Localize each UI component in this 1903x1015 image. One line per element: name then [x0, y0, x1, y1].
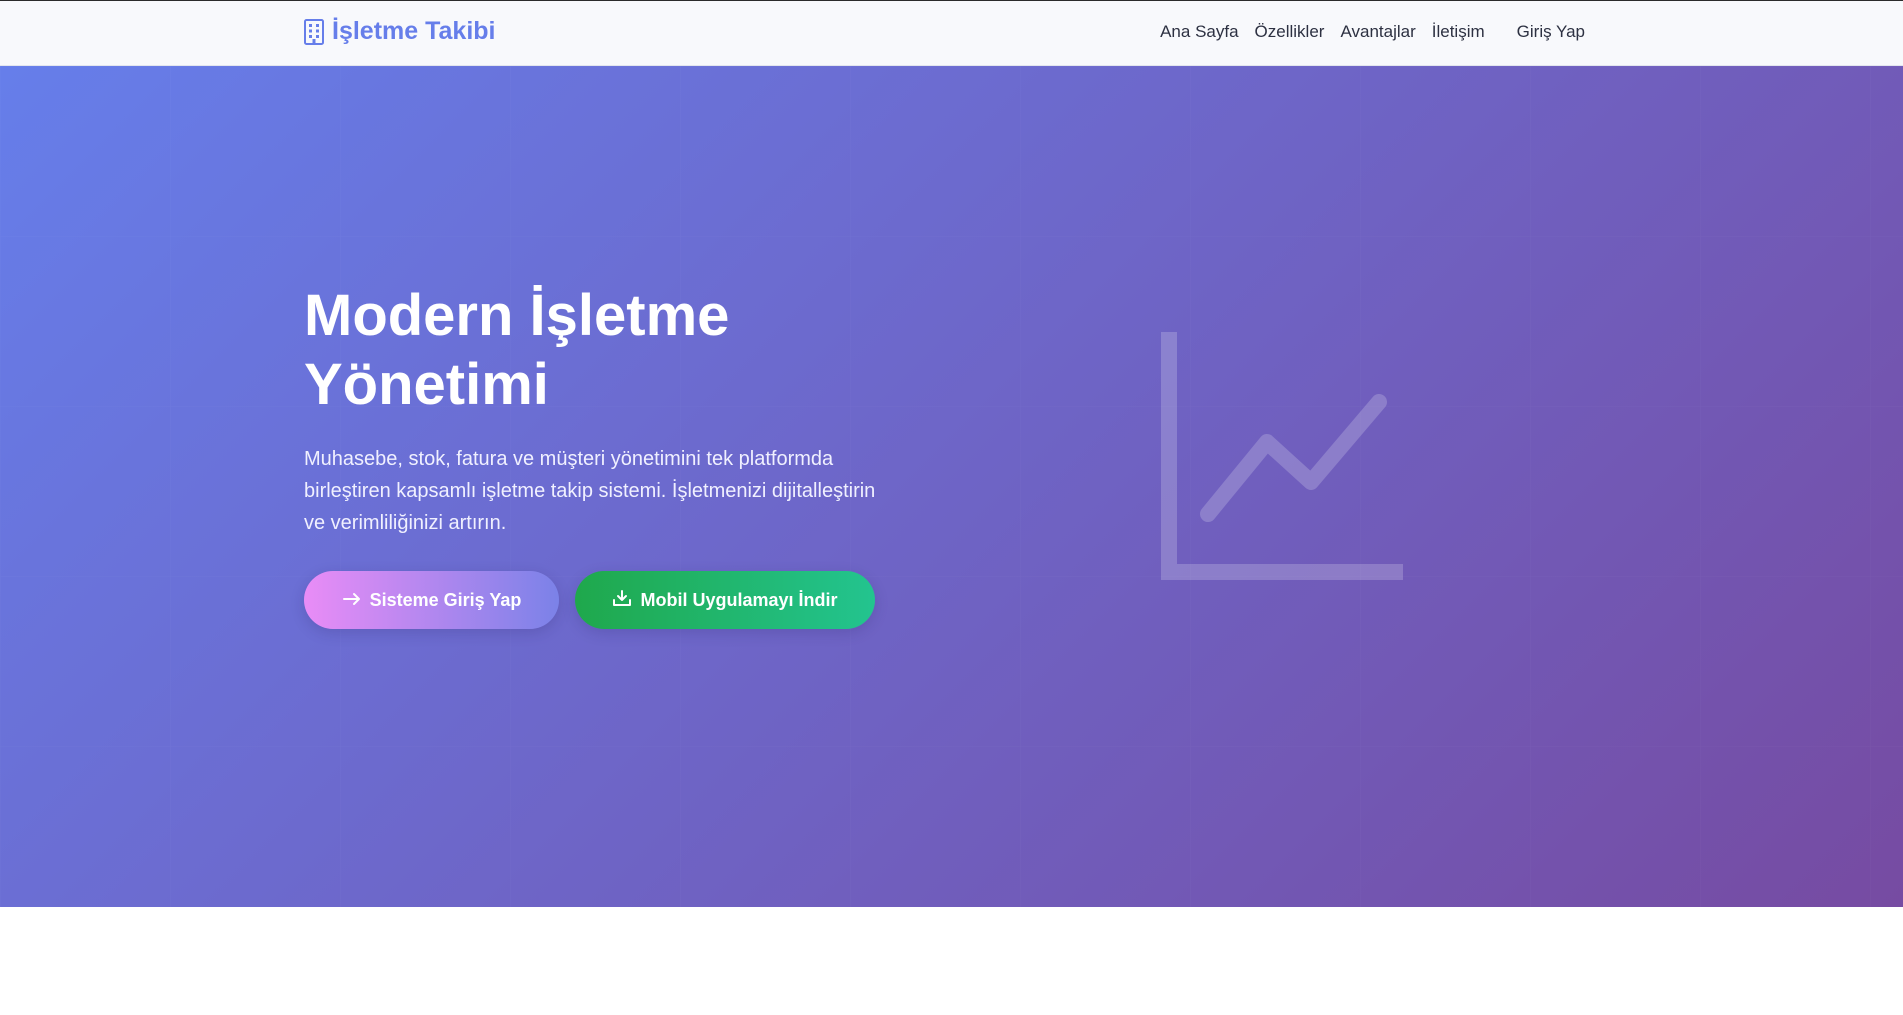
brand-logo-link[interactable]: İşletme Takibi	[304, 17, 496, 46]
system-login-button[interactable]: Sisteme Giriş Yap	[304, 571, 559, 629]
hero-grid-pattern	[0, 66, 1903, 907]
nav-link-ana-sayfa[interactable]: Ana Sayfa	[1160, 22, 1238, 42]
download-mobile-app-label: Mobil Uygulamayı İndir	[640, 589, 838, 610]
nav-login-link[interactable]: Giriş Yap	[1517, 22, 1585, 42]
system-login-label: Sisteme Giriş Yap	[369, 589, 522, 610]
nav-link-avantajlar[interactable]: Avantajlar	[1340, 22, 1415, 42]
download-icon	[612, 589, 632, 612]
building-icon	[304, 18, 324, 45]
nav-links: Ana Sayfa Özellikler Avantajlar İletişim…	[1160, 22, 1585, 42]
download-mobile-app-button[interactable]: Mobil Uygulamayı İndir	[575, 571, 875, 629]
hero-section: Modern İşletme Yönetimi Muhasebe, stok, …	[0, 66, 1903, 907]
chart-line-icon	[1160, 332, 1410, 587]
hero-title: Modern İşletme Yönetimi	[304, 283, 730, 417]
nav-link-iletisim[interactable]: İletişim	[1432, 22, 1485, 42]
brand-name: İşletme Takibi	[332, 17, 496, 45]
nav-link-ozellikler[interactable]: Özellikler	[1255, 22, 1325, 42]
navbar: İşletme Takibi Ana Sayfa Özellikler Avan…	[0, 0, 1903, 66]
hero-subtitle: Muhasebe, stok, fatura ve müşteri yöneti…	[304, 448, 876, 534]
arrow-right-icon	[342, 590, 362, 611]
